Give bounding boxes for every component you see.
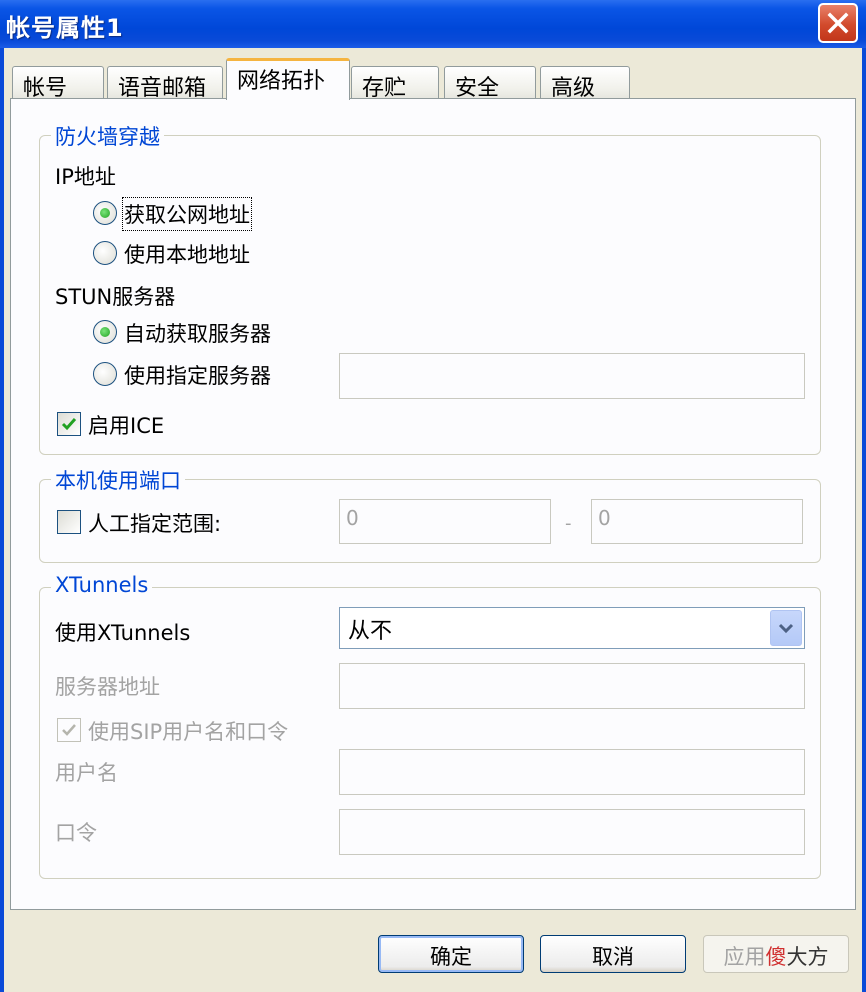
apply-button[interactable]: 应用傻大方 [703, 935, 849, 973]
use-sip-credentials-label[interactable]: 使用SIP用户名和口令 [88, 716, 288, 746]
title-bar[interactable]: 帐号属性1 [0, 0, 866, 48]
xtunnels-legend: XTunnels [51, 573, 153, 597]
checkbox-enable-ice[interactable] [57, 412, 81, 436]
checkbox-manual-range[interactable] [57, 510, 81, 534]
tab-advanced[interactable]: 高级 [540, 66, 630, 101]
cancel-button[interactable]: 取消 [540, 935, 686, 973]
close-icon [827, 12, 849, 34]
stun-server-input[interactable] [339, 353, 805, 399]
tab-voicemail[interactable]: 语音邮箱 [107, 66, 223, 101]
radio-public-address[interactable] [93, 201, 117, 225]
radio-public-address-label[interactable]: 获取公网地址 [122, 197, 252, 231]
manual-range-label[interactable]: 人工指定范围: [88, 508, 221, 538]
firewall-legend: 防火墙穿越 [51, 121, 164, 151]
ok-button[interactable]: 确定 [378, 935, 524, 973]
server-address-label: 服务器地址 [55, 675, 160, 699]
radio-local-address[interactable] [93, 241, 117, 265]
window-frame-left [0, 48, 4, 992]
radio-specified-server-label[interactable]: 使用指定服务器 [124, 360, 271, 390]
ports-legend: 本机使用端口 [51, 465, 185, 495]
radio-local-address-label[interactable]: 使用本地地址 [124, 239, 250, 269]
server-address-input[interactable] [339, 663, 805, 709]
chevron-down-icon [778, 623, 794, 634]
stun-server-label: STUN服务器 [55, 285, 176, 309]
password-label: 口令 [55, 821, 97, 845]
tab-account[interactable]: 帐号 [12, 66, 104, 101]
tab-security[interactable]: 安全 [444, 66, 536, 101]
radio-auto-server[interactable] [93, 320, 117, 344]
tab-storage[interactable]: 存贮 [351, 66, 439, 101]
radio-auto-server-label[interactable]: 自动获取服务器 [124, 318, 271, 348]
watermark-suffix: 大方 [786, 945, 829, 969]
tab-network-topology[interactable]: 网络拓扑 [226, 58, 350, 100]
close-button[interactable] [818, 3, 858, 43]
checkmark-icon [61, 418, 77, 431]
checkbox-use-sip-credentials[interactable] [57, 718, 81, 742]
port-to-input[interactable]: 0 [591, 499, 803, 544]
port-from-input[interactable]: 0 [339, 499, 551, 544]
window-frame-right [862, 48, 866, 992]
apply-button-label: 应用 [723, 945, 766, 969]
radio-specified-server[interactable] [93, 362, 117, 386]
username-input[interactable] [339, 749, 805, 795]
use-xtunnels-value: 从不 [348, 619, 393, 644]
dropdown-button[interactable] [770, 610, 802, 646]
password-input[interactable] [339, 809, 805, 855]
watermark-text: 傻 [765, 945, 787, 969]
window-title: 帐号属性1 [6, 14, 124, 42]
use-xtunnels-label: 使用XTunnels [55, 621, 191, 645]
tab-panel: 防火墙穿越 IP地址 获取公网地址 使用本地地址 STUN服务器 自动获取服务器… [10, 98, 856, 910]
port-range-separator: - [565, 513, 572, 534]
ip-address-label: IP地址 [55, 165, 116, 189]
username-label: 用户名 [55, 761, 118, 785]
use-xtunnels-select[interactable]: 从不 [339, 607, 805, 649]
enable-ice-label[interactable]: 启用ICE [88, 410, 164, 440]
checkmark-icon [62, 724, 76, 736]
